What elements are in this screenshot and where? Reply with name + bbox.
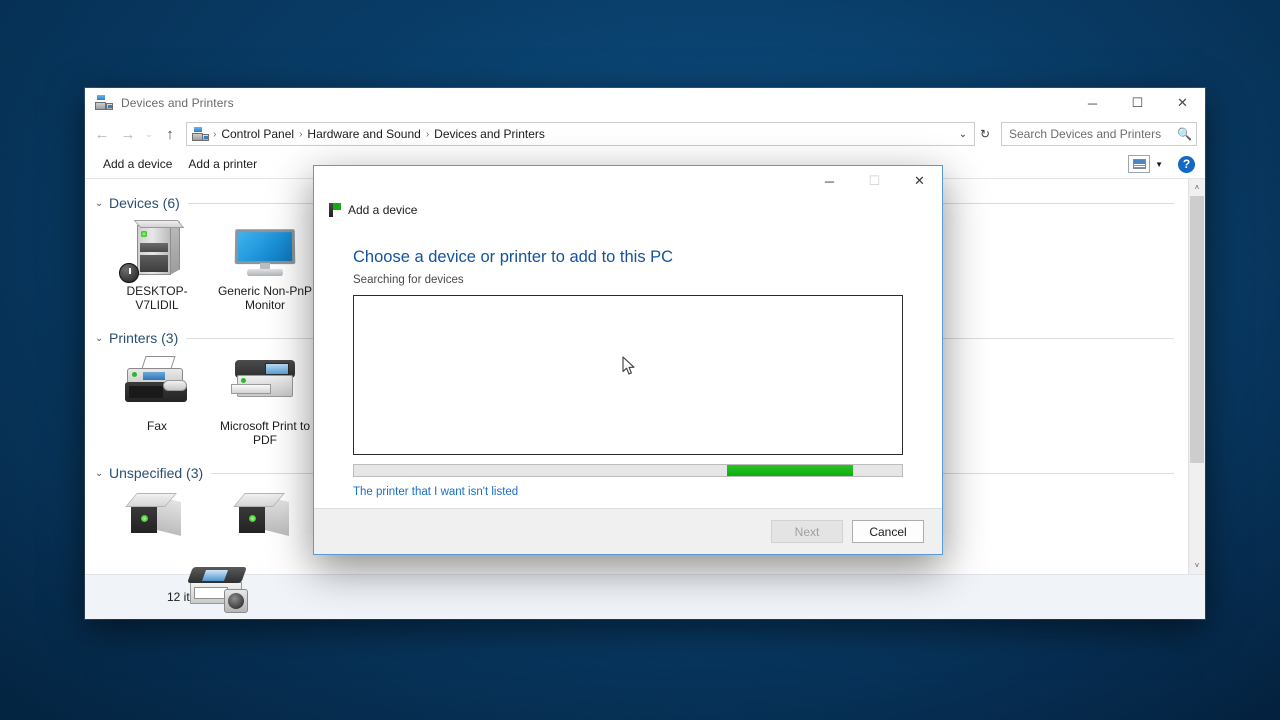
chevron-down-icon[interactable]: ⌄ [95,468,109,479]
printer-icon [229,356,301,416]
up-button[interactable]: ↑ [157,121,183,147]
mouse-cursor [622,356,636,376]
add-a-device-button[interactable]: Add a device [95,153,180,175]
command-bar-right: ▼ ? [1128,155,1195,173]
vertical-scrollbar[interactable]: ˄ ˅ [1188,179,1205,574]
status-bar: 12 items [85,574,1205,619]
view-chevron-down-icon[interactable]: ▼ [1153,160,1169,169]
next-button: Next [771,520,843,543]
view-options-icon[interactable] [1128,155,1150,173]
recent-locations-chevron-icon[interactable]: ⌄ [141,121,157,147]
group-label-printers: Printers (3) [109,330,178,346]
breadcrumb-item-control-panel[interactable]: Control Panel [217,127,298,141]
breadcrumb-item-hardware-and-sound[interactable]: Hardware and Sound [303,127,424,141]
list-item-label: Generic Non-PnP Monitor [217,284,313,312]
dialog-header: Add a device [314,196,942,224]
search-icon: 🔍 [1177,127,1192,141]
unspecified-device-icon [229,491,301,551]
chevron-down-icon[interactable]: ⌄ [95,198,109,209]
scrollbar-thumb[interactable] [1190,196,1204,463]
dialog-footer: Next Cancel [314,508,942,554]
refresh-icon[interactable]: ↻ [975,127,995,141]
cancel-button[interactable]: Cancel [852,520,924,543]
forward-button[interactable]: → [115,121,141,147]
group-label-devices: Devices (6) [109,195,180,211]
search-placeholder: Search Devices and Printers [1009,127,1177,141]
dialog-subtitle: Searching for devices [353,274,903,286]
list-item-label: Microsoft Print to PDF [217,419,313,447]
list-item[interactable]: Fax [103,350,211,447]
minimize-button[interactable]: ─ [1070,88,1115,118]
scroll-up-button[interactable]: ˄ [1189,179,1205,196]
dialog-window-controls: ─ ☐ ✕ [807,166,942,196]
devices-printers-icon [95,95,113,111]
window-titlebar: Devices and Printers ─ ☐ ✕ [85,88,1205,118]
maximize-button[interactable]: ☐ [1115,88,1160,118]
dialog-minimize-button[interactable]: ─ [807,166,852,196]
search-progress-fill [727,465,853,476]
add-device-flag-icon [328,203,342,217]
list-item[interactable] [211,485,319,554]
scroll-down-button[interactable]: ˅ [1189,557,1205,574]
list-item-label: DESKTOP-V7LIDIL [109,284,205,312]
list-item[interactable]: DESKTOP-V7LIDIL [103,215,211,312]
fax-icon [121,356,193,416]
list-item-label: Fax [109,419,205,433]
address-bar-row: ← → ⌄ ↑ › Control Panel › Hardware and S… [85,118,1205,150]
breadcrumb-dropdown-chevron-icon[interactable]: ⌄ [954,129,972,140]
group-label-unspecified: Unspecified (3) [109,465,203,481]
close-button[interactable]: ✕ [1160,88,1205,118]
search-input[interactable]: Search Devices and Printers 🔍 [1001,122,1197,146]
window-controls: ─ ☐ ✕ [1070,88,1205,118]
breadcrumb-item-devices-and-printers[interactable]: Devices and Printers [430,127,549,141]
scrollbar-track[interactable] [1189,196,1205,557]
dialog-maximize-button: ☐ [852,166,897,196]
dialog-title: Add a device [348,203,417,217]
list-item[interactable]: Generic Non-PnP Monitor [211,215,319,312]
chevron-down-icon[interactable]: ⌄ [95,333,109,344]
help-icon[interactable]: ? [1178,156,1195,173]
search-progress-bar [353,464,903,477]
breadcrumb[interactable]: › Control Panel › Hardware and Sound › D… [186,122,975,146]
add-a-printer-button[interactable]: Add a printer [180,153,265,175]
printer-scanner-preview-icon [188,565,254,621]
dialog-titlebar: ─ ☐ ✕ [314,166,942,196]
list-item[interactable]: Microsoft Print to PDF [211,350,319,447]
dialog-close-button[interactable]: ✕ [897,166,942,196]
pc-tower-icon [121,221,193,281]
monitor-icon [229,221,301,281]
list-item[interactable] [103,485,211,554]
printer-not-listed-link[interactable]: The printer that I want isn't listed [353,486,903,498]
window-title: Devices and Printers [121,96,234,110]
back-button[interactable]: ← [89,121,115,147]
unspecified-device-icon [121,491,193,551]
dialog-heading: Choose a device or printer to add to thi… [353,248,903,267]
breadcrumb-devices-printers-icon [192,127,209,142]
